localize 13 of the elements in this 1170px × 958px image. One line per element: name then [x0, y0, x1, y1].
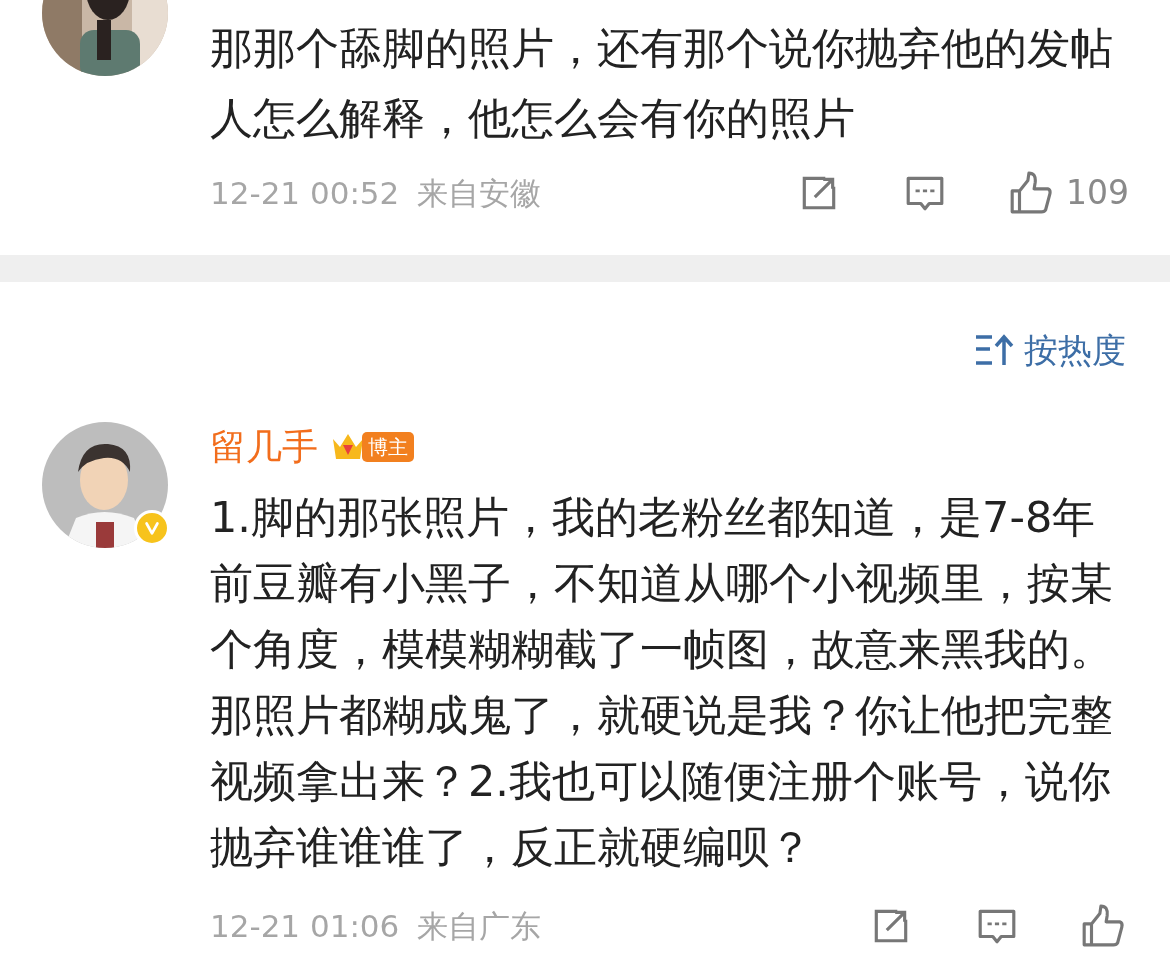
- sort-button[interactable]: 按热度: [974, 324, 1126, 376]
- blogger-tag: 博主: [362, 432, 414, 462]
- user-name[interactable]: 留几手: [210, 429, 318, 465]
- comment-time: 12-21 00:52: [210, 173, 400, 213]
- comment-time: 12-21 01:06: [210, 906, 400, 946]
- thumbs-up-icon[interactable]: [1080, 903, 1126, 949]
- comment-location: 来自广东: [417, 906, 542, 946]
- thumbs-up-icon[interactable]: [1008, 170, 1054, 216]
- comment-location: 来自安徽: [417, 173, 542, 213]
- comment-text: 1.脚的那张照片，我的老粉丝都知道，是7-8年前豆瓣有小黑子，不知道从哪个小视频里，按某个角度，模模糊糊截了一帧图，故意来黑我的。那照片都糊成鬼了，就硬说是我？你让他把完整视频拿出来？2.我也可以随便注册个账号，说你抛弃谁谁谁了，反正就硬编呗？: [210, 491, 1114, 874]
- sort-icon: [974, 333, 1014, 367]
- like-count: 109: [1066, 172, 1126, 215]
- comment-text: 那那个舔脚的照片，还有那个说你抛弃他的发帖人怎么解释，他怎么会有你的照片: [210, 22, 1114, 145]
